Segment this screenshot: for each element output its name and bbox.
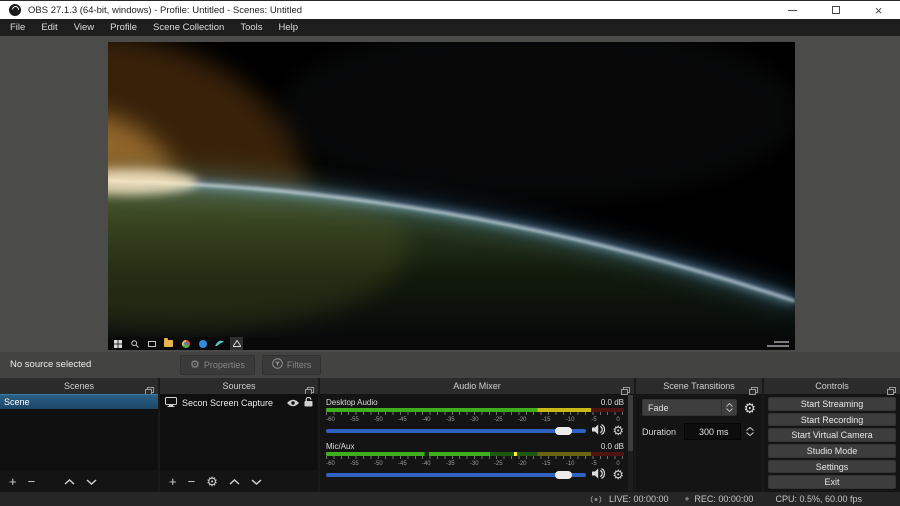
minimize-button[interactable] <box>771 1 814 19</box>
audio-mixer-panel: Audio Mixer Desktop Audio 0.0 dB -60-55-… <box>320 378 634 492</box>
control-button[interactable]: Settings <box>768 460 896 474</box>
mixer-channel-mic-aux: Mic/Aux 0.0 dB -60-55-50-45-40-35-30-25-… <box>326 441 624 482</box>
dock-row: Scenes Scene + − Sources <box>0 378 900 492</box>
menu-item[interactable]: Tools <box>232 19 270 36</box>
record-dot-icon: ● <box>685 495 690 503</box>
maximize-icon <box>832 6 840 14</box>
move-scene-down-button[interactable] <box>86 472 97 490</box>
duration-spinner[interactable] <box>743 427 756 436</box>
live-timer: LIVE: 00:00:00 <box>609 494 669 504</box>
add-scene-button[interactable]: + <box>9 475 17 488</box>
control-button[interactable]: Studio Mode <box>768 444 896 458</box>
source-toolbar: No source selected ⚙ Properties Filters <box>0 352 900 378</box>
volume-slider-handle[interactable] <box>555 427 572 435</box>
volume-slider[interactable] <box>326 468 586 482</box>
menu-item[interactable]: View <box>66 19 102 36</box>
duration-input[interactable]: 300 ms <box>684 423 741 440</box>
filters-button[interactable]: Filters <box>262 355 322 375</box>
sources-panel-header[interactable]: Sources <box>160 378 318 394</box>
control-button[interactable]: Start Streaming <box>768 397 896 411</box>
db-scale: -60-55-50-45-40-35-30-25-20-15-10-50 <box>326 456 624 466</box>
captured-tray <box>767 341 789 347</box>
close-icon: × <box>875 4 883 17</box>
captured-chrome-icon <box>181 339 190 348</box>
db-scale: -60-55-50-45-40-35-30-25-20-15-10-50 <box>326 412 624 422</box>
speaker-icon[interactable] <box>592 422 606 440</box>
main-area <box>0 36 900 352</box>
speaker-icon[interactable] <box>592 466 606 484</box>
captured-folder-icon <box>164 339 173 348</box>
captured-start-icon <box>113 339 122 348</box>
preview-canvas[interactable] <box>108 42 795 350</box>
scene-list-item[interactable]: Scene <box>0 394 158 409</box>
earth-horizon-image <box>108 42 795 350</box>
source-list-item[interactable]: Secon Screen Capture <box>160 394 318 411</box>
rec-timer: REC: 00:00:00 <box>694 494 753 504</box>
window-title: OBS 27.1.3 (64-bit, windows) - Profile: … <box>28 5 302 16</box>
captured-active-app-icon <box>232 339 241 348</box>
move-source-up-button[interactable] <box>229 472 240 490</box>
panel-menu-icon[interactable] <box>887 382 896 400</box>
control-button[interactable]: Start Recording <box>768 413 896 427</box>
gear-icon: ⚙ <box>190 360 200 371</box>
level-db-value: 0.0 dB <box>601 398 624 407</box>
scenes-panel: Scenes Scene + − <box>0 378 158 492</box>
menu-item[interactable]: Edit <box>33 19 65 36</box>
captured-search-icon <box>130 339 139 348</box>
control-button[interactable]: Exit <box>768 475 896 489</box>
filter-icon <box>272 356 283 374</box>
visibility-eye-icon[interactable] <box>287 394 299 412</box>
captured-app-icon <box>147 339 156 348</box>
scenes-panel-header[interactable]: Scenes <box>0 378 158 394</box>
obs-logo-icon <box>9 4 21 16</box>
select-stepper-icon <box>721 400 736 415</box>
menu-bar: FileEditViewProfileScene CollectionTools… <box>0 19 900 36</box>
add-source-button[interactable]: + <box>169 475 177 488</box>
scene-transitions-panel: Scene Transitions Fade ⚙ <box>636 378 762 492</box>
minimize-icon <box>788 10 797 11</box>
sources-panel: Sources Secon Screen Capture <box>160 378 318 492</box>
captured-browser-icon <box>198 339 207 348</box>
menu-item[interactable]: Help <box>271 19 307 36</box>
volume-slider[interactable] <box>326 424 586 438</box>
captured-paint-icon <box>215 339 224 348</box>
remove-scene-button[interactable]: − <box>28 475 36 488</box>
display-capture-icon <box>165 394 177 412</box>
lock-icon[interactable] <box>304 394 313 412</box>
menu-item[interactable]: Scene Collection <box>145 19 232 36</box>
captured-taskbar <box>108 337 795 350</box>
control-button[interactable]: Start Virtual Camera <box>768 428 896 442</box>
channel-settings-gear-icon[interactable]: ⚙ <box>612 468 624 481</box>
close-button[interactable]: × <box>857 1 900 19</box>
remove-source-button[interactable]: − <box>188 475 196 488</box>
obs-window: OBS 27.1.3 (64-bit, windows) - Profile: … <box>0 0 900 506</box>
mixer-scrollbar[interactable] <box>628 395 633 491</box>
mixer-channel-desktop-audio: Desktop Audio 0.0 dB -60-55-50-45-40-35-… <box>326 397 624 438</box>
network-signal-icon <box>588 495 604 504</box>
transition-settings-gear-button[interactable]: ⚙ <box>743 401 756 415</box>
cpu-fps-stats: CPU: 0.5%, 60.00 fps <box>775 494 862 504</box>
move-scene-up-button[interactable] <box>64 472 75 490</box>
transition-select[interactable]: Fade <box>642 399 737 416</box>
controls-panel: Controls Start Streaming Start Recording… <box>764 378 900 492</box>
controls-header[interactable]: Controls <box>764 378 900 394</box>
level-db-value: 0.0 dB <box>601 442 624 451</box>
properties-button[interactable]: ⚙ Properties <box>180 355 255 375</box>
scene-transitions-header[interactable]: Scene Transitions <box>636 378 762 394</box>
move-source-down-button[interactable] <box>251 472 262 490</box>
menu-item[interactable]: File <box>2 19 33 36</box>
menu-item[interactable]: Profile <box>102 19 145 36</box>
titlebar: OBS 27.1.3 (64-bit, windows) - Profile: … <box>0 0 900 19</box>
status-bar: LIVE: 00:00:00 ● REC: 00:00:00 CPU: 0.5%… <box>0 492 900 506</box>
audio-mixer-header[interactable]: Audio Mixer <box>320 378 634 394</box>
channel-settings-gear-icon[interactable]: ⚙ <box>612 424 624 437</box>
source-status-text: No source selected <box>10 359 91 370</box>
volume-slider-handle[interactable] <box>555 471 572 479</box>
source-properties-gear-button[interactable]: ⚙ <box>206 475 218 488</box>
maximize-button[interactable] <box>814 1 857 19</box>
